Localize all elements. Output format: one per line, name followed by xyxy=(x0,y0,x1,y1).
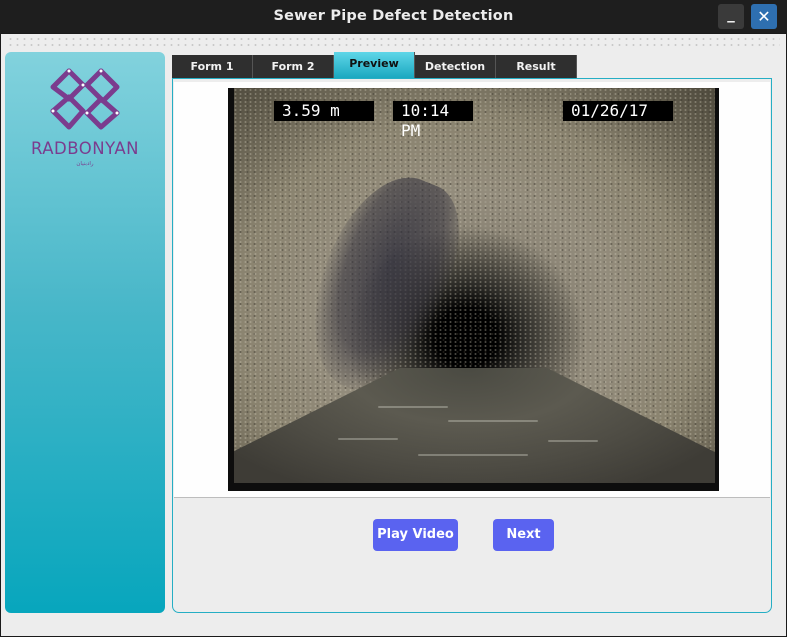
minimize-button[interactable]: _ xyxy=(718,4,744,29)
top-strip xyxy=(7,36,780,48)
water-ripple xyxy=(448,420,538,422)
preview-area: 3.59 m 10:14 PM 01/26/17 xyxy=(174,82,770,498)
next-button[interactable]: Next xyxy=(493,519,554,551)
window-title: Sewer Pipe Defect Detection xyxy=(273,8,514,24)
water-ripple xyxy=(548,440,598,442)
water-ripple xyxy=(418,454,528,456)
water-ripple xyxy=(338,438,398,440)
tab-result[interactable]: Result xyxy=(496,55,577,78)
water-ripple xyxy=(378,406,448,408)
osd-distance: 3.59 m xyxy=(274,101,374,121)
tab-form-1[interactable]: Form 1 xyxy=(172,55,253,78)
brand-name: RADBONYAN xyxy=(30,139,140,158)
video-border-bottom xyxy=(228,483,719,491)
osd-date: 01/26/17 xyxy=(563,101,673,121)
tab-form-2[interactable]: Form 2 xyxy=(253,55,334,78)
play-video-button[interactable]: Play Video xyxy=(373,519,458,551)
sidebar: RADBONYAN رادبنیان xyxy=(5,52,165,613)
title-bar: Sewer Pipe Defect Detection _ ✕ xyxy=(0,0,787,33)
radbonyan-logo-icon xyxy=(50,68,120,130)
osd-time: 10:14 PM xyxy=(393,101,473,140)
close-button[interactable]: ✕ xyxy=(751,4,777,29)
brand-subtitle: رادبنیان xyxy=(76,161,94,167)
video-border-right xyxy=(715,88,719,491)
video-frame: 3.59 m 10:14 PM 01/26/17 xyxy=(228,88,719,491)
tab-detection[interactable]: Detection xyxy=(415,55,496,78)
app-window: RADBONYAN رادبنیان Form 1 Form 2 Preview… xyxy=(0,33,787,637)
preview-panel: 3.59 m 10:14 PM 01/26/17 Play Video Next xyxy=(172,78,772,613)
video-border-left xyxy=(228,88,234,491)
tab-preview[interactable]: Preview xyxy=(334,52,415,78)
